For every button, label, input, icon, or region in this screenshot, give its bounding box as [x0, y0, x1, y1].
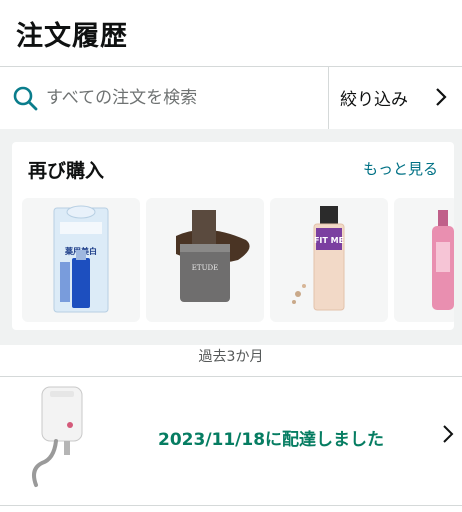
foundation-label-text: FIT ME [314, 236, 344, 245]
chevron-right-icon[interactable] [442, 423, 454, 445]
hair-shadow-brand-text: ETUDE [192, 264, 218, 272]
buy-again-item-foundation[interactable]: FIT ME [270, 198, 388, 322]
search-icon [13, 86, 38, 111]
product-image-serum: 薬用美白 [53, 205, 109, 313]
buy-again-item-pink-bottle[interactable] [394, 198, 454, 322]
filter-label: 絞り込み [340, 90, 408, 110]
order-product-image [32, 386, 83, 487]
product-image-hair-shadow: ETUDE [176, 210, 250, 302]
buy-again-title: 再び購入 [28, 160, 105, 182]
buy-again-card: 再び購入 もっと見る 薬用美白 ETUDE FIT ME [12, 142, 454, 330]
product-image-foundation: FIT ME [292, 206, 345, 311]
buy-again-item-hair-shadow[interactable]: ETUDE [146, 198, 264, 322]
buy-again-item-serum[interactable]: 薬用美白 [22, 198, 140, 322]
see-more-link[interactable]: もっと見る [363, 158, 438, 179]
order-row[interactable]: 2023/11/18に配達しました [0, 376, 462, 506]
filter-button[interactable]: 絞り込み [340, 85, 408, 110]
search-input[interactable] [46, 85, 316, 111]
orders-section-label: 過去3か月 [198, 349, 264, 365]
search-bar: 絞り込み [0, 66, 462, 130]
search-divider [328, 67, 329, 129]
product-image-pink-bottle [432, 210, 454, 310]
chevron-right-icon[interactable] [434, 85, 448, 109]
order-delivery-status: 2023/11/18に配達しました [158, 430, 385, 450]
page-title: 注文履歴 [16, 21, 128, 52]
